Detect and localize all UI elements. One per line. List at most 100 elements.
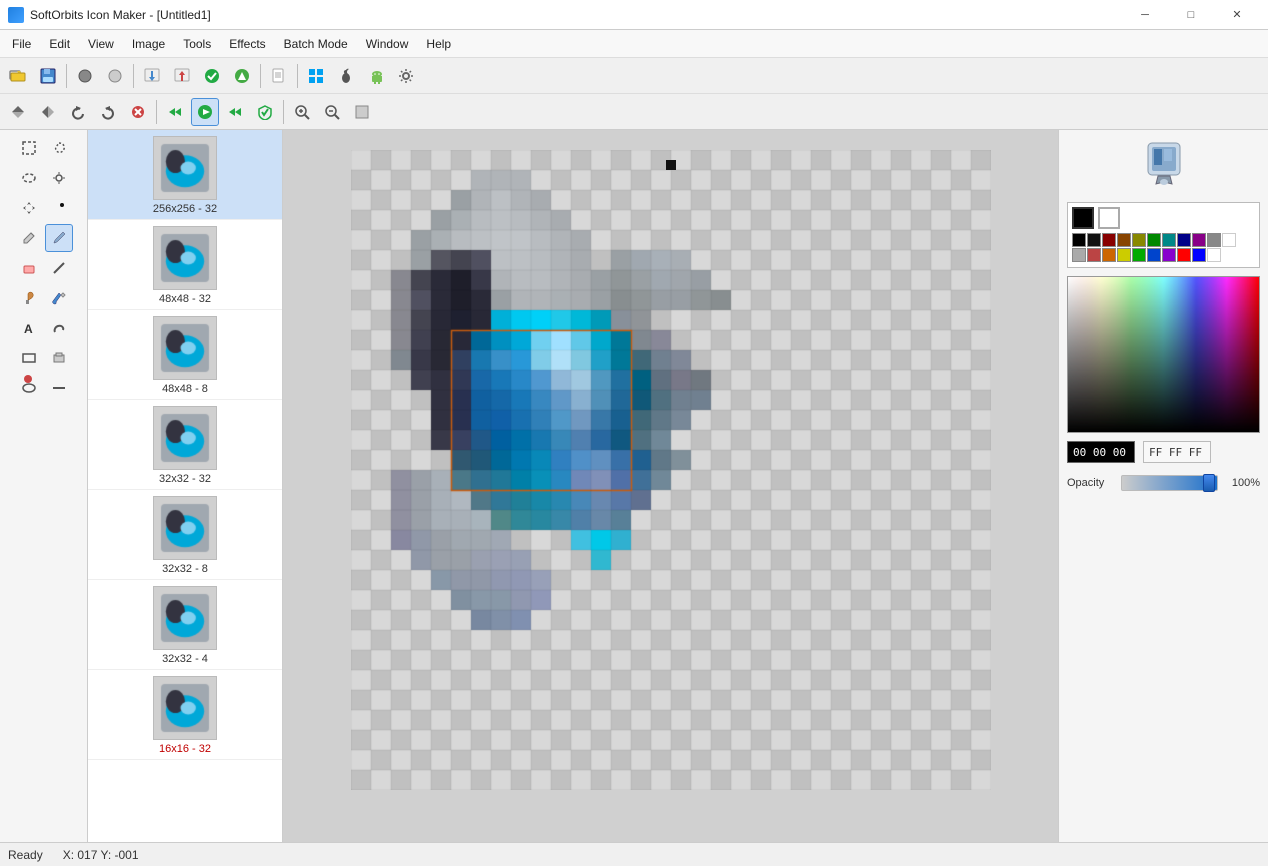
move-tool[interactable] — [15, 194, 43, 222]
menu-batch-mode[interactable]: Batch Mode — [276, 34, 356, 54]
swatch-darkred[interactable] — [1102, 233, 1116, 247]
circle-btn1[interactable] — [71, 62, 99, 90]
menu-view[interactable]: View — [80, 34, 122, 54]
dot-tool[interactable] — [45, 194, 73, 222]
select-ellipse-tool[interactable] — [15, 164, 43, 192]
swatch-white[interactable] — [1222, 233, 1236, 247]
swatch-dark1[interactable] — [1087, 233, 1101, 247]
fill-tool[interactable] — [45, 284, 73, 312]
up-btn[interactable] — [228, 62, 256, 90]
apple-icon-btn[interactable] — [332, 62, 360, 90]
opacity-slider[interactable] — [1121, 475, 1218, 491]
swatch-white2[interactable] — [1207, 248, 1221, 262]
undo-btn[interactable] — [64, 98, 92, 126]
background-hex[interactable]: FF FF FF — [1143, 441, 1211, 463]
icon-entry-48x48-32[interactable]: 48x48 - 32 — [88, 220, 282, 310]
minimize-button[interactable]: ─ — [1122, 0, 1168, 30]
line-tool[interactable] — [45, 254, 73, 282]
swatch-lightred[interactable] — [1087, 248, 1101, 262]
export-btn1[interactable] — [168, 62, 196, 90]
ellipse-shape-tool[interactable] — [15, 374, 43, 402]
swatch-darkblue[interactable] — [1177, 233, 1191, 247]
opacity-thumb[interactable] — [1203, 474, 1215, 492]
redo-btn[interactable] — [94, 98, 122, 126]
icon-entry-32x32-8[interactable]: 32x32 - 8 — [88, 490, 282, 580]
windows-icon-btn[interactable] — [302, 62, 330, 90]
background-color-box[interactable] — [1098, 207, 1120, 229]
play-btn[interactable] — [191, 98, 219, 126]
zoom-in-btn[interactable] — [288, 98, 316, 126]
foreground-color-box[interactable] — [1072, 207, 1094, 229]
app-icon — [8, 7, 24, 23]
close-button[interactable]: ✕ — [1214, 0, 1260, 30]
circle-btn2[interactable] — [101, 62, 129, 90]
swatch-darkorange[interactable] — [1117, 233, 1131, 247]
hline-tool[interactable] — [45, 374, 73, 402]
icon-entry-48x48-8[interactable]: 48x48 - 8 — [88, 310, 282, 400]
zoom-out-btn[interactable] — [318, 98, 346, 126]
menu-edit[interactable]: Edit — [41, 34, 78, 54]
icon-entry-32x32-32[interactable]: 32x32 - 32 — [88, 400, 282, 490]
icon-entry-32x32-4[interactable]: 32x32 - 4 — [88, 580, 282, 670]
swatch-darkgreen[interactable] — [1147, 233, 1161, 247]
icon-entry-16x16-32[interactable]: 16x16 - 32 — [88, 670, 282, 760]
settings-btn[interactable] — [392, 62, 420, 90]
play-back-btn[interactable] — [161, 98, 189, 126]
save-button[interactable] — [34, 62, 62, 90]
swatch-green[interactable] — [1132, 248, 1146, 262]
brush-tool[interactable] — [45, 224, 73, 252]
smudge-tool[interactable] — [45, 314, 73, 342]
menu-window[interactable]: Window — [358, 34, 417, 54]
android-icon-btn[interactable] — [362, 62, 390, 90]
swatch-gray[interactable] — [1207, 233, 1221, 247]
opacity-row: Opacity 100% — [1067, 475, 1260, 491]
text-tool[interactable]: A — [15, 314, 43, 342]
play-fwd-btn[interactable] — [221, 98, 249, 126]
color-picker-canvas[interactable] — [1067, 276, 1260, 433]
menu-image[interactable]: Image — [124, 34, 173, 54]
rect-shape-tool[interactable] — [15, 344, 43, 372]
zoom-fit-btn[interactable] — [348, 98, 376, 126]
open-button[interactable] — [4, 62, 32, 90]
menu-file[interactable]: File — [4, 34, 39, 54]
swatch-orange[interactable] — [1102, 248, 1116, 262]
eyedropper-tool[interactable] — [15, 284, 43, 312]
tool-row-5 — [15, 254, 73, 282]
icon-panel-scroll[interactable]: 256x256 - 32 48x48 - 32 48x48 - 8 — [88, 130, 282, 842]
swatch-darkcyan[interactable] — [1162, 233, 1176, 247]
foreground-hex[interactable]: 00 00 00 — [1067, 441, 1135, 463]
canvas-area[interactable] — [283, 130, 1058, 842]
pixel-canvas[interactable] — [351, 150, 991, 790]
select-rect-tool[interactable] — [15, 134, 43, 162]
swatch-row-2 — [1072, 248, 1255, 262]
flip-v-btn[interactable] — [4, 98, 32, 126]
shield-btn[interactable] — [251, 98, 279, 126]
check-btn[interactable] — [198, 62, 226, 90]
menu-tools[interactable]: Tools — [175, 34, 219, 54]
swatch-darkyellow[interactable] — [1132, 233, 1146, 247]
import-btn[interactable] — [138, 62, 166, 90]
swatch-black[interactable] — [1072, 233, 1086, 247]
select-lasso-tool[interactable] — [45, 134, 73, 162]
menu-help[interactable]: Help — [418, 34, 459, 54]
menu-effects[interactable]: Effects — [221, 34, 273, 54]
flip-h-btn[interactable] — [34, 98, 62, 126]
separator1 — [66, 64, 67, 88]
eraser-tool[interactable] — [15, 254, 43, 282]
swatch-blue[interactable] — [1147, 248, 1161, 262]
maximize-button[interactable]: □ — [1168, 0, 1214, 30]
canvas-handle-top[interactable] — [666, 160, 676, 170]
swatch-darkpurple[interactable] — [1192, 233, 1206, 247]
swatch-blue2[interactable] — [1192, 248, 1206, 262]
swatch-red[interactable] — [1177, 248, 1191, 262]
swatch-lightgray[interactable] — [1072, 248, 1086, 262]
doc-btn[interactable] — [265, 62, 293, 90]
swatch-yellow[interactable] — [1117, 248, 1131, 262]
cancel-btn[interactable] — [124, 98, 152, 126]
pencil-tool[interactable] — [15, 224, 43, 252]
magic-wand-tool[interactable] — [45, 164, 73, 192]
swatch-purple[interactable] — [1162, 248, 1176, 262]
icon-entry-256x256-32[interactable]: 256x256 - 32 — [88, 130, 282, 220]
bg-hex-value: FF FF FF — [1149, 446, 1202, 459]
stamp-tool[interactable] — [45, 344, 73, 372]
